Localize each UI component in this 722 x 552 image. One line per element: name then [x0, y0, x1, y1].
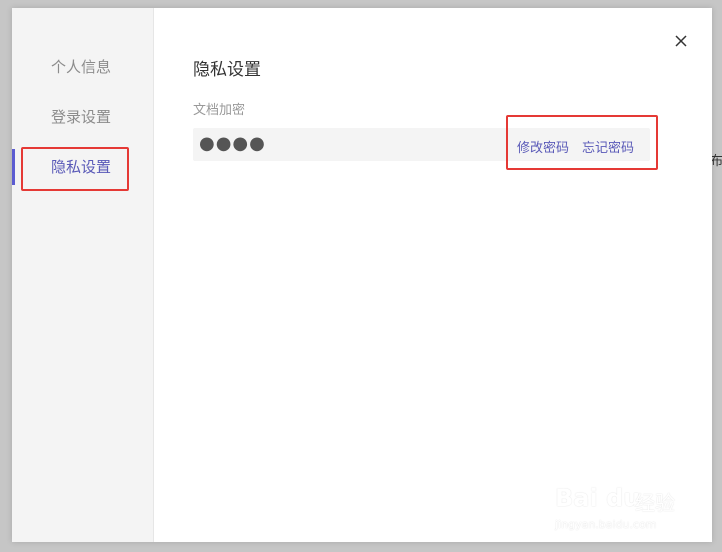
watermark-brand: Bai du [555, 484, 641, 512]
close-icon [675, 35, 687, 47]
page-title: 隐私设置 [193, 60, 261, 80]
sidebar-item-privacy-settings[interactable]: 隐私设置 [12, 149, 153, 185]
document-encryption-label: 文档加密 [193, 103, 246, 118]
forgot-password-link[interactable]: 忘记密码 [582, 137, 634, 156]
sidebar-item-personal-info[interactable]: 个人信息 [12, 49, 153, 85]
watermark-suffix: 经验 [635, 491, 675, 515]
sidebar-item-login-settings[interactable]: 登录设置 [12, 99, 153, 135]
watermark: Bai du 经验 jingyan.baidu.com [555, 484, 705, 544]
password-field: ●●●● 修改密码 忘记密码 [193, 128, 650, 161]
close-button[interactable] [672, 32, 690, 50]
settings-dialog: 个人信息 登录设置 隐私设置 隐私设置 文档加密 ●●●● 修改密码 忘记密码 [12, 8, 712, 542]
change-password-link[interactable]: 修改密码 [517, 137, 569, 156]
password-mask: ●●●● [199, 133, 266, 154]
watermark-url: jingyan.baidu.com [555, 518, 657, 531]
settings-sidebar: 个人信息 登录设置 隐私设置 [12, 8, 154, 542]
